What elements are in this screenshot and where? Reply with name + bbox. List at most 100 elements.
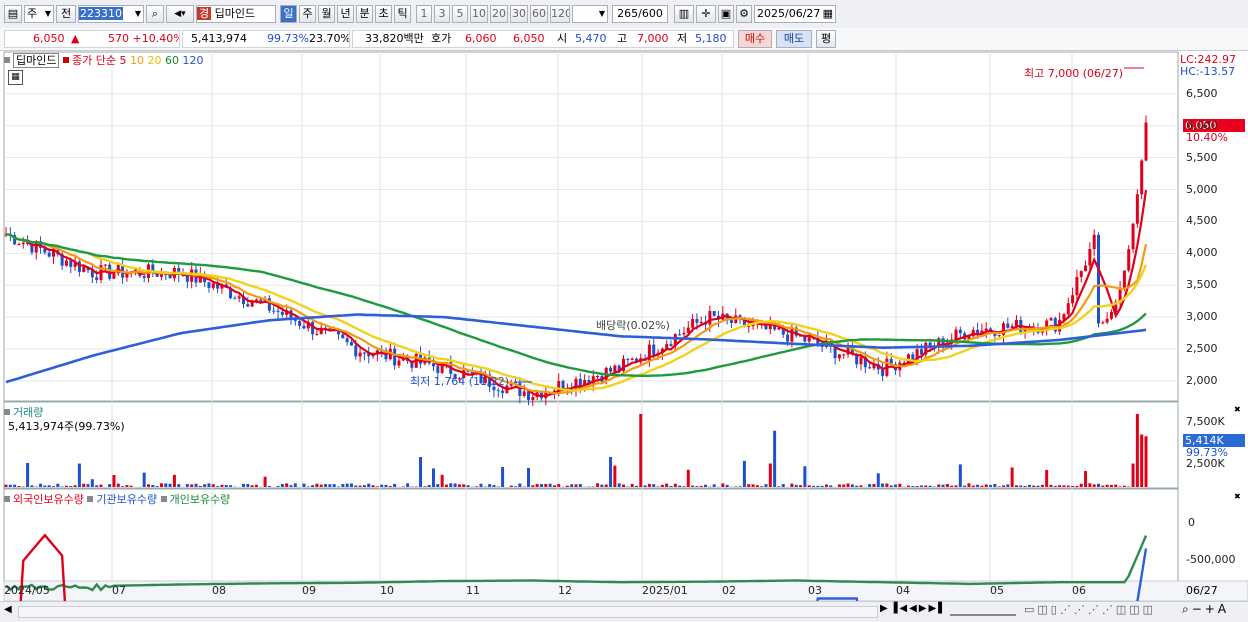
close-icon[interactable]: ✖	[1234, 492, 1241, 501]
volume-bar	[130, 486, 133, 487]
sell-button[interactable]: 매도	[776, 30, 812, 48]
volume-bar	[290, 485, 293, 487]
interval-button-4[interactable]: 20	[490, 5, 508, 23]
period-tab-0[interactable]: 일	[280, 5, 297, 23]
playback-controls[interactable]: ▶▐◀◀▶▶▌	[880, 603, 948, 614]
buy-button[interactable]: 매수	[738, 30, 772, 48]
volume-bar	[765, 484, 768, 487]
candle-body	[596, 376, 599, 377]
volume-tick-label: 2,500K	[1186, 457, 1225, 470]
volume-bar	[1015, 485, 1018, 487]
drawing-tools[interactable]: ▭◫▯⋰⋰⋰⋰◫◫◫	[1024, 603, 1156, 616]
period-tab-5[interactable]: 초	[375, 5, 392, 23]
volume-bar	[199, 486, 202, 487]
volume-bar	[333, 484, 336, 487]
price-tick-label: 5,500	[1186, 151, 1218, 164]
hc-label: HC:-13.57	[1180, 65, 1235, 78]
volume-bar	[423, 486, 426, 487]
price-tick-label: 4,500	[1186, 214, 1218, 227]
volume-bar	[972, 486, 975, 487]
period-tab-6[interactable]: 틱	[394, 5, 411, 23]
date-field[interactable]: 2025/06/27▦	[754, 5, 836, 23]
period-select[interactable]: ▼	[572, 5, 608, 23]
gear-icon[interactable]: ⚙	[736, 5, 752, 23]
zoom-controls[interactable]: ⌕−+A	[1182, 602, 1229, 617]
zoom-slider[interactable]	[950, 605, 1016, 616]
eval-button[interactable]: 평	[816, 30, 836, 48]
volume-bar	[916, 486, 919, 487]
volume-bar	[43, 486, 46, 487]
volume-bar	[527, 468, 530, 487]
period-tab-1[interactable]: 주	[299, 5, 316, 23]
interval-button-7[interactable]: 120	[550, 5, 570, 23]
stock-chart[interactable]	[0, 50, 1248, 621]
volume-bar	[95, 485, 98, 487]
volume-bar	[760, 486, 763, 487]
volume-bar	[462, 484, 465, 487]
price-change: 570 +10.40%	[108, 31, 180, 47]
volume-bar	[877, 473, 880, 487]
volume-bar	[151, 485, 154, 487]
layout-icon[interactable]: ▤	[4, 5, 22, 23]
stock-name-field[interactable]: 경 딥마인드	[196, 5, 276, 23]
volume-bar	[929, 486, 932, 487]
volume-bar	[743, 461, 746, 487]
volume-bar	[950, 486, 953, 487]
volume-bar	[911, 486, 914, 487]
candle-body	[112, 273, 115, 278]
volume-bar	[1028, 485, 1031, 487]
save-icon[interactable]: ▣	[718, 5, 734, 23]
candle-body	[613, 366, 616, 372]
volume-bar	[700, 486, 703, 487]
volume-bar	[790, 484, 793, 487]
volume-bar	[277, 486, 280, 487]
stock-type-select[interactable]: 주▼	[24, 5, 54, 23]
candle-body	[652, 345, 655, 356]
period-tab-2[interactable]: 월	[318, 5, 335, 23]
volume-bar	[557, 484, 560, 487]
search-icon[interactable]: ⌕	[146, 5, 164, 23]
period-tab-4[interactable]: 분	[356, 5, 373, 23]
volume-bar	[65, 486, 68, 487]
candle-body	[985, 329, 988, 331]
volume-bar	[454, 483, 457, 487]
candle-body	[790, 328, 793, 342]
code-input[interactable]: 223310▼	[78, 5, 144, 23]
count-field[interactable]: 265/600	[612, 5, 668, 23]
volume-bar	[1145, 436, 1148, 487]
volume-bar	[510, 486, 513, 487]
interval-button-0[interactable]: 1	[416, 5, 432, 23]
candle-body	[881, 369, 884, 375]
x-axis-label: 09	[302, 584, 316, 597]
scroll-left-icon[interactable]: ◀	[4, 604, 12, 615]
calculator-icon[interactable]: ▦	[8, 70, 23, 85]
interval-button-5[interactable]: 30	[510, 5, 528, 23]
volume-bar	[1062, 485, 1065, 487]
close-icon[interactable]: ✖	[1234, 405, 1241, 414]
volume-bar	[885, 483, 888, 487]
period-tab-3[interactable]: 년	[337, 5, 354, 23]
volume-bar	[816, 486, 819, 487]
volume-bar	[328, 484, 331, 487]
candle-body	[695, 319, 698, 323]
horizontal-scrollbar[interactable]	[18, 606, 878, 618]
volume-bar	[924, 485, 927, 487]
interval-button-6[interactable]: 60	[530, 5, 548, 23]
prev-button[interactable]: 전	[56, 5, 76, 23]
volume-bar	[618, 483, 621, 487]
volume-bar	[320, 485, 323, 487]
volume-bar	[480, 484, 483, 487]
interval-button-1[interactable]: 3	[434, 5, 450, 23]
candle-body	[1075, 277, 1078, 295]
volume-bar	[1032, 486, 1035, 487]
interval-button-3[interactable]: 10	[470, 5, 488, 23]
volume-bar	[920, 485, 923, 487]
candle-icon[interactable]: ▥	[674, 5, 694, 23]
holding-tick-label: 0	[1188, 516, 1195, 529]
interval-button-2[interactable]: 5	[452, 5, 468, 23]
volume-bar	[1011, 467, 1014, 487]
crosshair-icon[interactable]: ✛	[696, 5, 716, 23]
volume-bar	[959, 464, 962, 487]
speaker-icon[interactable]: ◀▾	[166, 5, 194, 23]
volume-bar	[1110, 485, 1113, 487]
